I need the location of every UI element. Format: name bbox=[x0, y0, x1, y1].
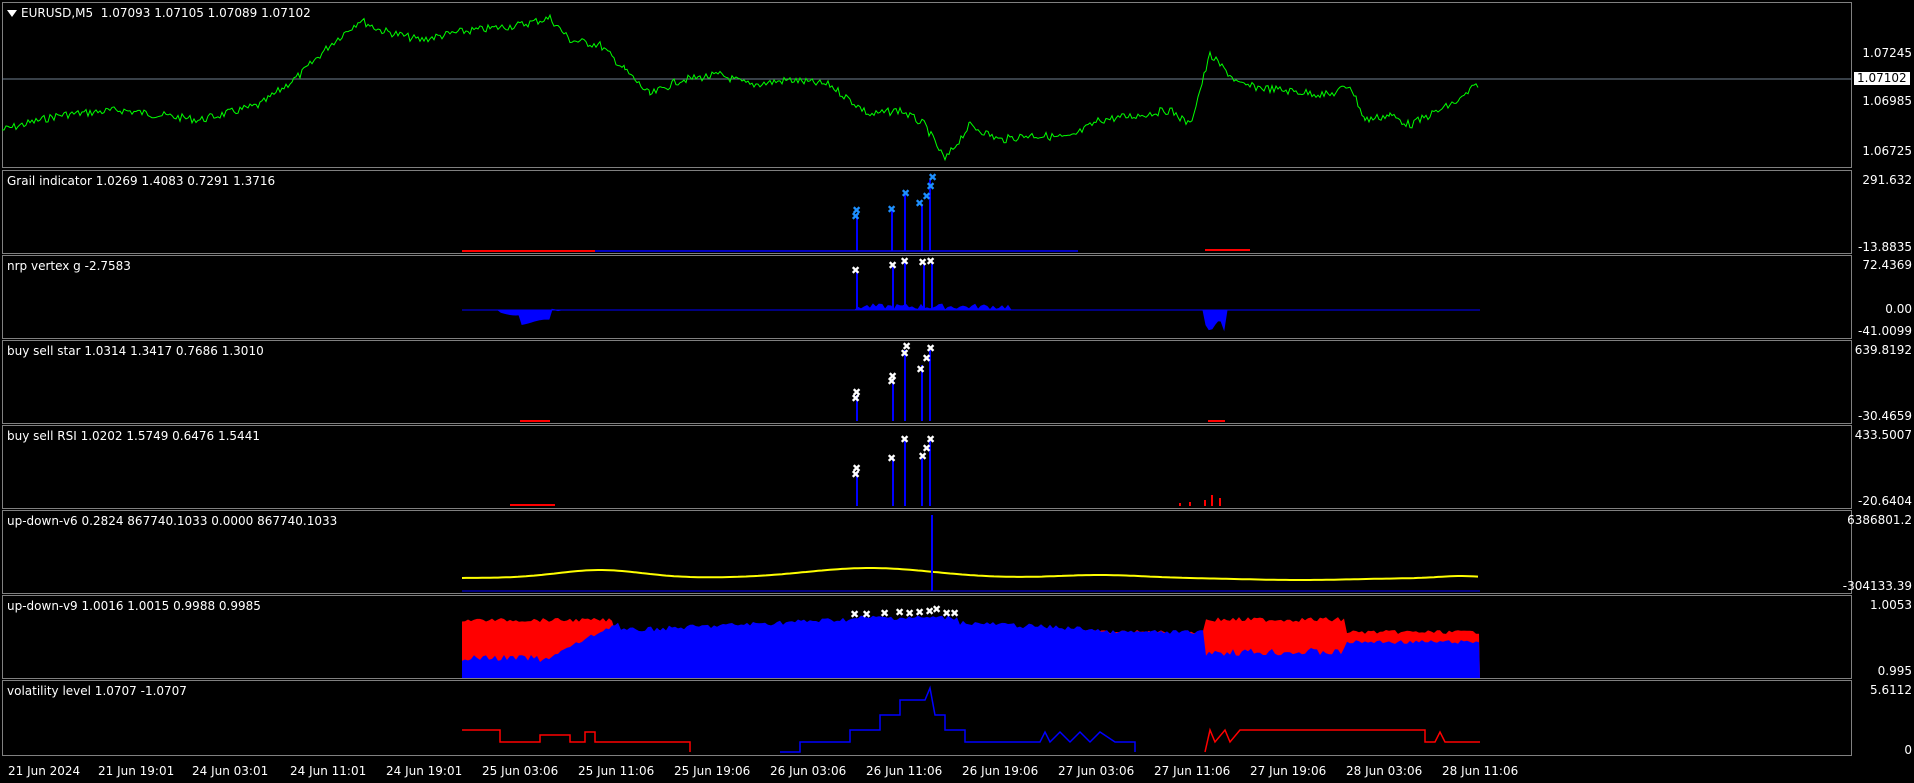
axis-min: -13.8835 bbox=[1858, 240, 1912, 254]
axis-zero: 0.00 bbox=[1885, 302, 1912, 316]
signal-marker: ✖ bbox=[852, 462, 861, 475]
price-tick: 1.07245 bbox=[1862, 46, 1912, 60]
time-axis-label: 21 Jun 19:01 bbox=[98, 764, 175, 778]
time-axis-label: 21 Jun 2024 bbox=[8, 764, 81, 778]
axis-max: 6386801.2 bbox=[1847, 513, 1912, 527]
signal-marker: ✖ bbox=[852, 204, 861, 217]
up-down-v6-line bbox=[461, 567, 1479, 581]
time-axis-label: 26 Jun 19:06 bbox=[962, 764, 1039, 778]
time-axis-label: 27 Jun 03:06 bbox=[1058, 764, 1135, 778]
axis-min: 0 bbox=[1904, 743, 1912, 757]
price-axis: 1.07245 1.06985 1.06725 291.632 -13.8835… bbox=[1843, 0, 1914, 783]
time-axis-label: 28 Jun 11:06 bbox=[1442, 764, 1519, 778]
signal-marker: ✖ bbox=[932, 603, 941, 616]
signal-marker: ✖ bbox=[900, 255, 909, 268]
signal-marker: ✖ bbox=[902, 340, 911, 353]
signal-marker: ✖ bbox=[915, 606, 924, 619]
signal-marker: ✖ bbox=[887, 203, 896, 216]
axis-max: 433.5007 bbox=[1854, 428, 1912, 442]
time-axis-label: 25 Jun 11:06 bbox=[578, 764, 655, 778]
signal-marker: ✖ bbox=[901, 187, 910, 200]
signal-marker: ✖ bbox=[880, 607, 889, 620]
price-tick: 1.06725 bbox=[1862, 144, 1912, 158]
signal-marker: ✖ bbox=[926, 342, 935, 355]
signal-marker: ✖ bbox=[926, 433, 935, 446]
time-axis-label: 28 Jun 03:06 bbox=[1346, 764, 1423, 778]
signal-marker: ✖ bbox=[862, 608, 871, 621]
volatility-red-line bbox=[1204, 727, 1480, 753]
time-axis-label: 25 Jun 19:06 bbox=[674, 764, 751, 778]
time-axis: 21 Jun 2024 21 Jun 19:01 24 Jun 03:01 24 Ju… bbox=[0, 756, 1914, 783]
signal-marker: ✖ bbox=[888, 259, 897, 272]
axis-min: -20.6404 bbox=[1858, 494, 1912, 508]
signal-marker: ✖ bbox=[905, 607, 914, 620]
axis-min: -30.4659 bbox=[1858, 409, 1912, 423]
time-axis-label: 26 Jun 11:06 bbox=[866, 764, 943, 778]
signal-marker: ✖ bbox=[928, 171, 937, 184]
time-axis-label: 24 Jun 11:01 bbox=[290, 764, 367, 778]
axis-max: 291.632 bbox=[1862, 173, 1912, 187]
signal-marker: ✖ bbox=[851, 264, 860, 277]
axis-max: 1.0053 bbox=[1870, 598, 1912, 612]
signal-marker: ✖ bbox=[887, 452, 896, 465]
price-tick: 1.06985 bbox=[1862, 94, 1912, 108]
axis-min: -304133.39 bbox=[1842, 579, 1912, 593]
time-axis-label: 27 Jun 19:06 bbox=[1250, 764, 1327, 778]
time-axis-label: 25 Jun 03:06 bbox=[482, 764, 559, 778]
time-axis-label: 24 Jun 19:01 bbox=[386, 764, 463, 778]
time-axis-label: 24 Jun 03:01 bbox=[192, 764, 269, 778]
volatility-blue-line bbox=[780, 685, 1136, 753]
axis-min: 0.995 bbox=[1877, 664, 1912, 678]
signal-marker: ✖ bbox=[888, 370, 897, 383]
signal-marker: ✖ bbox=[926, 255, 935, 268]
current-price-tag: 1.07102 bbox=[1854, 72, 1910, 85]
axis-max: 72.4369 bbox=[1862, 258, 1912, 272]
signal-marker: ✖ bbox=[950, 607, 959, 620]
signal-marker: ✖ bbox=[900, 433, 909, 446]
time-axis-label: 27 Jun 11:06 bbox=[1154, 764, 1231, 778]
signal-marker: ✖ bbox=[850, 608, 859, 621]
signal-marker: ✖ bbox=[895, 606, 904, 619]
chart-plot-layer: ✖✖ ✖✖✖✖✖✖✖ ✖ ✖ ✖✖✖✖✖✖✖✖✖✖✖✖✖✖✖✖✖✖✖ ✖ ✖ ✖ ✖ ✖ ✖✖ ✖✖ bbox=[1, 13, 1852, 753]
signal-marker: ✖ bbox=[852, 386, 861, 399]
time-axis-label: 26 Jun 03:06 bbox=[770, 764, 847, 778]
axis-max: 639.8192 bbox=[1854, 343, 1912, 357]
axis-min: -41.0099 bbox=[1858, 324, 1912, 338]
price-line bbox=[1, 13, 1479, 162]
volatility-red-line bbox=[462, 729, 691, 752]
nrp-area bbox=[462, 303, 1480, 332]
axis-max: 5.6112 bbox=[1870, 683, 1912, 697]
